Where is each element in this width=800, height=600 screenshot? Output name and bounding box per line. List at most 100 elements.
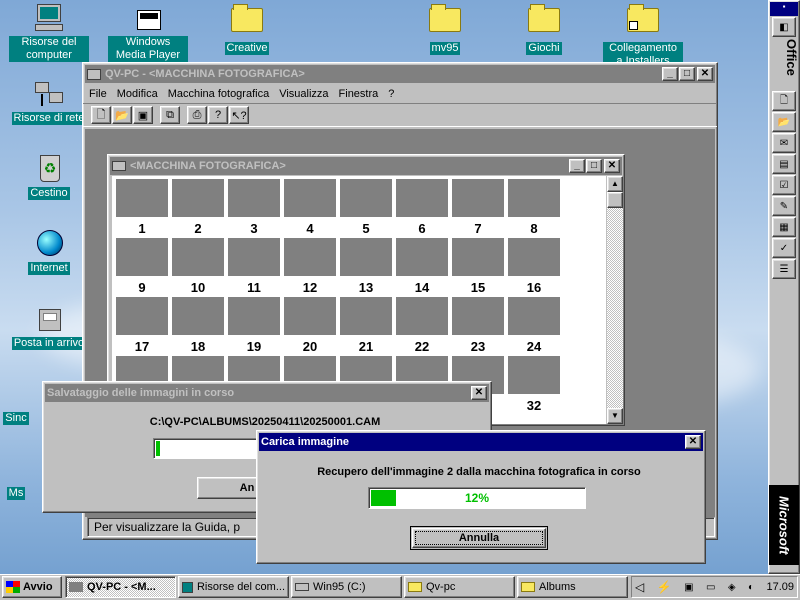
desktop-icon-media-player[interactable]: Windows Media Player bbox=[108, 2, 188, 62]
start-button[interactable]: Avvio bbox=[2, 576, 62, 598]
taskbar-item-my-computer[interactable]: Risorse del com... bbox=[178, 576, 289, 598]
taskbar-item-albums[interactable]: Albums bbox=[517, 576, 628, 598]
volume-icon[interactable]: ◁ bbox=[635, 580, 644, 594]
taskbar-item-qvpc[interactable]: QV-PC - <M... bbox=[65, 576, 176, 598]
desktop-icon-giochi[interactable]: Giochi bbox=[504, 2, 584, 55]
context-help-icon[interactable]: ↖? bbox=[229, 106, 249, 124]
display-icon[interactable]: ◐ bbox=[748, 582, 754, 593]
scheduler-icon[interactable]: ▣ bbox=[684, 582, 693, 593]
thumbnail-image[interactable] bbox=[508, 179, 560, 217]
send-mail-icon[interactable]: ✉ bbox=[772, 133, 796, 153]
thumbnail-image[interactable] bbox=[508, 238, 560, 276]
thumbnail-number: 7 bbox=[474, 221, 482, 236]
thumbnail-image[interactable] bbox=[396, 297, 448, 335]
help-icon[interactable]: ? bbox=[208, 106, 228, 124]
desktop-icon-internet[interactable]: Internet bbox=[9, 228, 89, 275]
thumbnail-image[interactable] bbox=[396, 179, 448, 217]
thumbnail-image[interactable] bbox=[228, 238, 280, 276]
menu-visualizza[interactable]: Visualizza bbox=[279, 88, 328, 100]
new-file-icon[interactable]: 🗋 bbox=[91, 106, 111, 124]
taskbar-item-qv-pc-folder[interactable]: Qv-pc bbox=[404, 576, 515, 598]
thumbnail-image[interactable] bbox=[116, 238, 168, 276]
office-bar-control-icon[interactable]: ▪ bbox=[770, 2, 798, 16]
thumbnail-image[interactable] bbox=[452, 238, 504, 276]
thumbnail-image[interactable] bbox=[284, 179, 336, 217]
menu-help[interactable]: ? bbox=[388, 88, 394, 100]
minimize-button[interactable]: _ bbox=[569, 159, 585, 173]
desktop-icon-installers[interactable]: ↗ Collegamento a Installers bbox=[603, 2, 683, 68]
thumbnail-number: 16 bbox=[526, 280, 542, 295]
menu-finestra[interactable]: Finestra bbox=[339, 88, 379, 100]
toolbar: 🗋 📂 ▣ ⧉ ⎙ ? ↖? bbox=[83, 103, 717, 127]
appointment-icon[interactable]: ▤ bbox=[772, 154, 796, 174]
thumbnail-image[interactable] bbox=[452, 297, 504, 335]
close-button[interactable]: ✕ bbox=[697, 67, 713, 81]
save-icon[interactable]: ▣ bbox=[133, 106, 153, 124]
thumbnail-image[interactable] bbox=[284, 297, 336, 335]
checklist-icon[interactable]: ✓ bbox=[772, 238, 796, 258]
menu-camera[interactable]: Macchina fotografica bbox=[168, 88, 270, 100]
desktop-icon-label: Cestino bbox=[28, 187, 70, 200]
contact-icon[interactable]: ☰ bbox=[772, 259, 796, 279]
thumbnail-image[interactable] bbox=[284, 238, 336, 276]
thumbnail-image[interactable] bbox=[340, 238, 392, 276]
print-icon[interactable]: ⎙ bbox=[187, 106, 207, 124]
power-icon[interactable]: ⚡ bbox=[657, 580, 672, 594]
close-button[interactable]: ✕ bbox=[471, 386, 487, 400]
desktop-icon-sinc[interactable]: Sinc bbox=[0, 378, 46, 425]
open-document-icon[interactable]: 📂 bbox=[772, 112, 796, 132]
office-bar-label: Office bbox=[784, 39, 799, 76]
scroll-down-icon[interactable]: ▼ bbox=[607, 408, 623, 424]
cancel-button[interactable]: Annulla bbox=[410, 526, 548, 550]
task-icon[interactable]: ☑ bbox=[772, 175, 796, 195]
briefcase-icon bbox=[10, 378, 42, 410]
maximize-button[interactable]: □ bbox=[586, 159, 602, 173]
thumbnail-image[interactable] bbox=[452, 179, 504, 217]
desktop-icon-creative[interactable]: Creative bbox=[207, 2, 287, 55]
open-folder-icon[interactable]: 📂 bbox=[112, 106, 132, 124]
scroll-up-icon[interactable]: ▲ bbox=[607, 176, 623, 192]
thumbnail-number: 11 bbox=[247, 280, 261, 295]
thumbnail-image[interactable] bbox=[116, 297, 168, 335]
thumbnail-image[interactable] bbox=[340, 297, 392, 335]
desktop-icon-ms[interactable]: Ms bbox=[0, 453, 46, 500]
desktop-icon-mv95[interactable]: mv95 bbox=[405, 2, 485, 55]
desktop-icon-inbox[interactable]: Posta in arrivo bbox=[9, 303, 89, 350]
thumbnail-image[interactable] bbox=[172, 297, 224, 335]
close-button[interactable]: ✕ bbox=[604, 159, 620, 173]
thumbnail-image[interactable] bbox=[116, 179, 168, 217]
thumbnail-image[interactable] bbox=[172, 179, 224, 217]
thumbnail-number: 4 bbox=[306, 221, 314, 236]
thumbnail-image[interactable] bbox=[396, 238, 448, 276]
scroll-thumb[interactable] bbox=[607, 192, 623, 208]
save-cancel-label: An bbox=[239, 482, 255, 494]
thumbnail-image[interactable] bbox=[228, 179, 280, 217]
note-icon[interactable]: ✎ bbox=[772, 196, 796, 216]
thumbnail-image[interactable] bbox=[172, 238, 224, 276]
network-tray-icon[interactable]: ◈ bbox=[728, 582, 736, 593]
maximize-button[interactable]: □ bbox=[679, 67, 695, 81]
office-logo-icon[interactable]: ◧ bbox=[772, 17, 796, 37]
thumbnail-image[interactable] bbox=[228, 297, 280, 335]
close-button[interactable]: ✕ bbox=[685, 435, 701, 449]
menu-modifica[interactable]: Modifica bbox=[117, 88, 158, 100]
minimize-button[interactable]: _ bbox=[662, 67, 678, 81]
desktop-icon-recycle-bin[interactable]: ♻ Cestino bbox=[9, 153, 89, 200]
taskbar-item-drive-c[interactable]: Win95 (C:) bbox=[291, 576, 402, 598]
new-document-icon[interactable]: 🗋 bbox=[772, 91, 796, 111]
main-window-titlebar: QV-PC - <MACCHINA FOTOGRAFICA> _ □ ✕ bbox=[85, 65, 715, 83]
vertical-scrollbar[interactable]: ▲ ▼ bbox=[607, 176, 623, 424]
inbox-icon bbox=[33, 303, 65, 335]
desktop-icon-network[interactable]: Risorse di rete bbox=[9, 78, 89, 125]
calendar-icon[interactable]: ▦ bbox=[772, 217, 796, 237]
copy-icon[interactable]: ⧉ bbox=[160, 106, 180, 124]
thumbnail-number: 13 bbox=[358, 280, 374, 295]
thumbnail-image[interactable] bbox=[508, 297, 560, 335]
thumbnail-image[interactable] bbox=[340, 179, 392, 217]
desktop-icon-label: Ms bbox=[6, 487, 26, 500]
disk-icon[interactable]: ▭ bbox=[706, 582, 715, 593]
thumbnail-number: 23 bbox=[470, 339, 486, 354]
menu-file[interactable]: File bbox=[89, 88, 107, 100]
desktop-icon-my-computer[interactable]: Risorse del computer bbox=[9, 2, 89, 62]
thumbnail-image[interactable] bbox=[508, 356, 560, 394]
